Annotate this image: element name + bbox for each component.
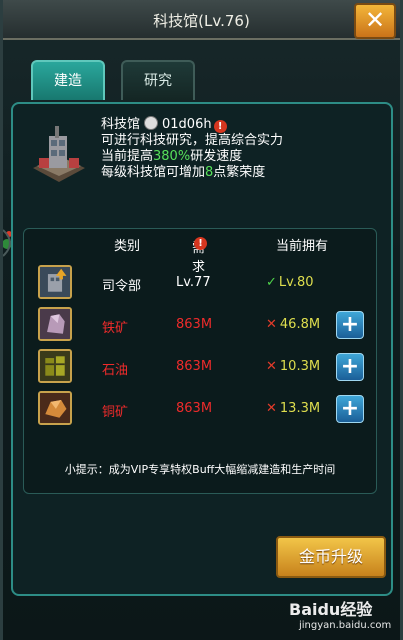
add-iron-button[interactable]: + <box>336 311 364 339</box>
building-name-row: 科技馆 01d06h! <box>101 116 283 133</box>
tab-build-label: 建造 <box>54 73 82 89</box>
title-bar: 科技馆(Lv.76) ✕ <box>3 0 400 40</box>
add-copper-button[interactable]: + <box>336 395 364 423</box>
tech-building-icon <box>33 126 85 182</box>
requirement-category: 石油 <box>102 363 129 378</box>
prosperity-suffix: 点繁荣度 <box>213 165 266 180</box>
oil-icon <box>38 349 72 383</box>
tab-build[interactable]: 建造 <box>31 60 105 100</box>
tip-text: 小提示：成为VIP专享特权Buff大幅缩减建造和生产时间 <box>64 463 336 476</box>
research-speed-value: 380% <box>153 149 191 164</box>
iron-ore-icon <box>38 307 72 341</box>
requirement-have-value: 46.8M <box>279 317 321 332</box>
cross-icon: ✕ <box>266 317 277 332</box>
add-oil-button[interactable]: + <box>336 353 364 381</box>
requirement-row-copper: 铜矿 863M ✕ 13.3M + <box>24 389 376 429</box>
requirement-need: 863M <box>176 317 213 332</box>
check-icon: ✓ <box>266 275 277 290</box>
tab-research[interactable]: 研究 <box>121 60 195 100</box>
hq-icon <box>38 265 72 299</box>
tech-building-window: 科技馆(Lv.76) ✕ 建造 研究 科技馆 01d06h ! 可进行科技研究，… <box>0 0 403 640</box>
requirement-row-hq: 司令部 Lv.77 ✓ Lv.80 <box>24 263 376 303</box>
close-button[interactable]: ✕ <box>354 3 396 39</box>
prosperity-line: 每级科技馆可增加8点繁荣度 <box>101 165 283 181</box>
header-have: 当前拥有 <box>276 239 329 254</box>
cross-icon: ✕ <box>266 359 277 374</box>
requirement-have: ✕ 46.8M <box>266 317 320 332</box>
requirement-need: 863M <box>176 359 213 374</box>
build-timer: 01d06h <box>162 117 212 132</box>
requirement-have: ✕ 10.3M <box>266 359 320 374</box>
building-name: 科技馆 <box>101 117 141 132</box>
watermark-logo: Baidu经验 <box>289 600 373 619</box>
building-desc: 可进行科技研究，提高综合实力 <box>101 133 284 148</box>
research-speed-suffix: 研发速度 <box>190 149 243 164</box>
need-alert-icon: ! <box>194 237 207 250</box>
requirement-category: 铁矿 <box>102 321 129 336</box>
requirement-category: 司令部 <box>102 279 142 294</box>
building-info: 科技馆 01d06h! 可进行科技研究，提高综合实力 当前提高380%研发速度 每… <box>101 116 283 181</box>
cross-icon: ✕ <box>266 401 277 416</box>
plus-icon: + <box>340 354 360 379</box>
research-speed-prefix: 当前提高 <box>101 149 154 164</box>
window-title: 科技馆(Lv.76) <box>153 12 250 30</box>
plus-icon: + <box>340 396 360 421</box>
requirement-have: ✓ Lv.80 <box>266 275 314 290</box>
gold-upgrade-button[interactable]: 金币升级 <box>276 536 386 578</box>
requirement-have-value: Lv.80 <box>278 275 314 290</box>
watermark-url: jingyan.baidu.com <box>299 620 392 631</box>
requirement-have-value: 13.3M <box>279 401 321 416</box>
requirement-have: ✕ 13.3M <box>266 401 320 416</box>
header-category: 类别 <box>114 239 141 254</box>
plus-icon: + <box>340 312 360 337</box>
requirement-need: Lv.77 <box>176 275 211 290</box>
copper-ore-icon <box>38 391 72 425</box>
requirements-panel: 类别 需求! 当前拥有 司令部 Lv.77 ✓Lv.80 <box>23 228 377 494</box>
close-icon: ✕ <box>364 6 386 34</box>
prosperity-prefix: 每级科技馆可增加 <box>101 165 206 180</box>
alert-icon: ! <box>213 120 227 133</box>
requirement-row-iron: 铁矿 863M ✕ 46.8M + <box>24 305 376 345</box>
tab-research-label: 研究 <box>144 73 172 89</box>
requirement-have-value: 10.3M <box>279 359 321 374</box>
clock-icon <box>144 116 159 130</box>
requirement-row-oil: 石油 863M ✕ 10.3M + <box>24 347 376 387</box>
research-speed-line: 当前提高380%研发速度 <box>101 149 283 165</box>
requirement-need: 863M <box>176 401 213 416</box>
requirement-category: 铜矿 <box>102 405 129 420</box>
build-panel: 科技馆 01d06h! 可进行科技研究，提高综合实力 当前提高380%研发速度 每… <box>11 102 393 596</box>
requirements-header: 类别 需求! 当前拥有 <box>24 233 376 275</box>
